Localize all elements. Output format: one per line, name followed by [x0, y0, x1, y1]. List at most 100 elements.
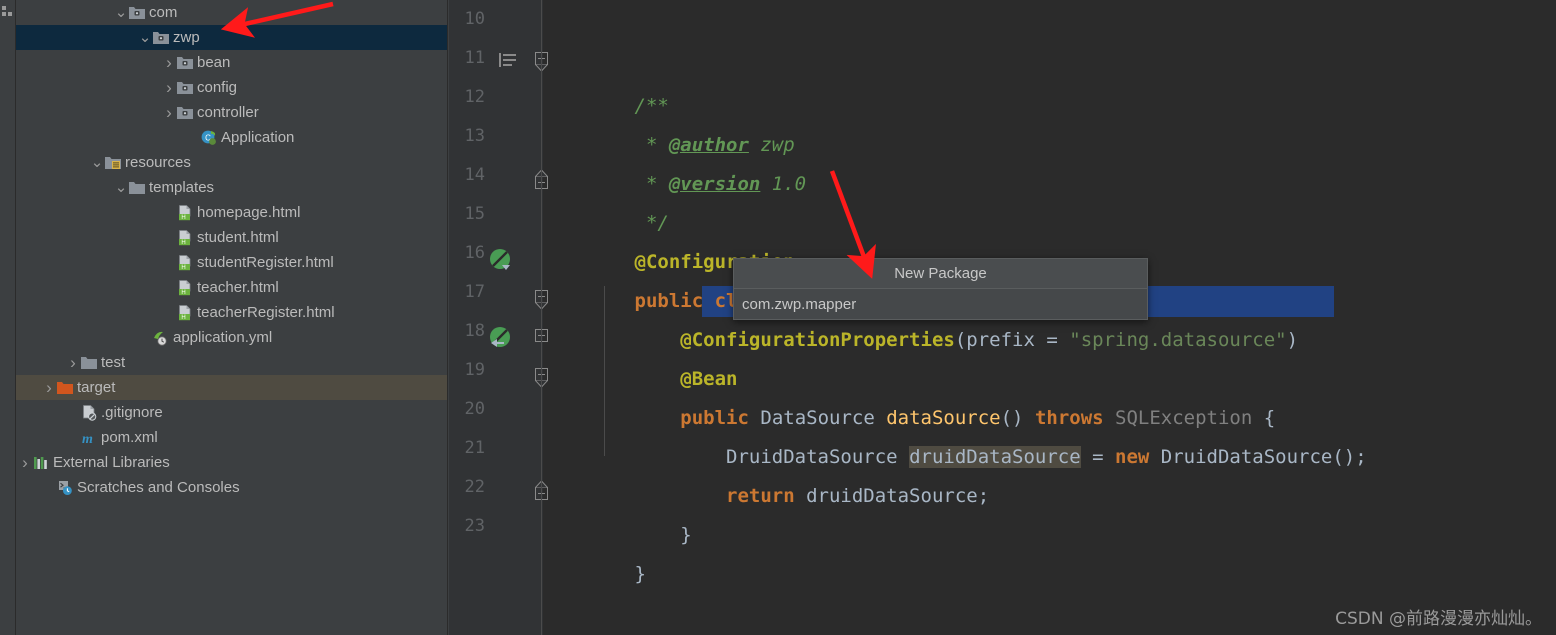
tree-row-controller[interactable]: › controller	[16, 100, 448, 125]
code-line-11[interactable]: /**	[543, 48, 669, 117]
yml-file-icon	[153, 330, 169, 346]
tree-row-application-yml[interactable]: application.yml	[16, 325, 448, 350]
tree-row-resources[interactable]: ⌄ resources	[16, 150, 448, 175]
tree-icon-wrap	[104, 150, 122, 175]
tree-icon-wrap: H	[176, 200, 194, 225]
tree-row-pom-xml[interactable]: m pom.xml	[16, 425, 448, 450]
code-line-18[interactable]: @Bean	[543, 321, 737, 390]
line22-brace: }	[680, 524, 692, 546]
line-number-22: 22	[464, 477, 485, 497]
chevron-down-icon[interactable]: ⌄	[90, 150, 104, 175]
tree-item-label: target	[77, 379, 116, 396]
tree-item-label: .gitignore	[101, 404, 163, 421]
project-tree-panel[interactable]: ⌄ com ⌄ zwp › bean › config › controller C Applicat…	[16, 0, 448, 635]
code-line-13[interactable]: * @version 1.0	[543, 126, 806, 195]
code-line-14[interactable]: */	[543, 165, 669, 234]
line21-kw-return: return	[726, 485, 795, 507]
tree-row-teacherregister-html[interactable]: HteacherRegister.html	[16, 300, 448, 325]
orange-folder-icon	[57, 381, 73, 394]
code-line-23[interactable]: }	[543, 516, 646, 585]
resources-folder-icon	[105, 156, 121, 169]
spring-bean-override-icon[interactable]	[489, 326, 513, 355]
tree-row--gitignore[interactable]: .gitignore	[16, 400, 448, 425]
chevron-right-icon[interactable]: ›	[162, 100, 176, 125]
chevron-right-icon[interactable]: ›	[42, 375, 56, 400]
spring-bean-config-icon[interactable]	[489, 248, 513, 277]
libraries-icon	[33, 456, 49, 470]
javadoc-marker-icon	[499, 53, 517, 72]
tree-row-bean[interactable]: › bean	[16, 50, 448, 75]
html-file-icon: H	[177, 229, 193, 246]
new-package-name-input[interactable]: com.zwp.mapper	[734, 288, 1147, 319]
tree-item-label: com	[149, 4, 178, 21]
folder-icon	[81, 356, 97, 369]
code-line-19[interactable]: public DataSource dataSource() throws SQ…	[543, 360, 1275, 429]
tree-row-config[interactable]: › config	[16, 75, 448, 100]
line13-version-tag: @version	[668, 173, 761, 195]
tree-item-label: pom.xml	[101, 429, 158, 446]
tree-row-zwp[interactable]: ⌄ zwp	[16, 25, 448, 50]
tree-icon-wrap	[176, 100, 194, 125]
code-line-12[interactable]: * @author zwp	[543, 87, 795, 156]
code-line-15[interactable]: @Configuration	[543, 204, 795, 273]
tree-row-teacher-html[interactable]: Hteacher.html	[16, 275, 448, 300]
csdn-watermark: CSDN @前路漫漫亦灿灿。	[1335, 609, 1542, 629]
tree-row-scratches-and-consoles[interactable]: Scratches and Consoles	[16, 475, 448, 500]
tree-icon-wrap	[128, 175, 146, 200]
tree-item-label: teacher.html	[197, 279, 279, 296]
tree-row-test[interactable]: › test	[16, 350, 448, 375]
tree-row-student-html[interactable]: Hstudent.html	[16, 225, 448, 250]
chevron-down-icon[interactable]: ⌄	[114, 0, 128, 25]
tree-icon-wrap: H	[176, 225, 194, 250]
tree-item-label: teacherRegister.html	[197, 304, 335, 321]
chevron-right-icon[interactable]: ›	[162, 50, 176, 75]
code-line-20[interactable]: DruidDataSource druidDataSource = new Dr…	[543, 399, 1367, 468]
chevron-right-icon[interactable]: ›	[18, 450, 32, 475]
package-folder-icon	[153, 31, 169, 44]
tree-row-external-libraries[interactable]: › External Libraries	[16, 450, 448, 475]
tree-row-com[interactable]: ⌄ com	[16, 0, 448, 25]
code-line-21[interactable]: return druidDataSource;	[543, 438, 989, 507]
svg-text:H: H	[181, 290, 185, 296]
line-number-18: 18	[464, 321, 485, 341]
new-package-popup-title: New Package	[734, 259, 1147, 288]
panel-divider[interactable]	[447, 0, 448, 635]
html-file-icon: H	[177, 254, 193, 271]
tree-icon-wrap: m	[80, 425, 98, 450]
new-package-popup[interactable]: New Package com.zwp.mapper	[733, 258, 1148, 320]
tree-item-label: templates	[149, 179, 215, 196]
scratches-icon	[57, 480, 73, 496]
tree-row-studentregister-html[interactable]: HstudentRegister.html	[16, 250, 448, 275]
line13-version-value: 1.0	[760, 173, 807, 195]
chevron-right-icon[interactable]: ›	[162, 75, 176, 100]
package-folder-icon	[177, 106, 193, 119]
tree-row-application[interactable]: C Application	[16, 125, 448, 150]
package-folder-icon	[177, 81, 193, 94]
maven-file-icon: m	[81, 430, 97, 446]
chevron-right-icon[interactable]: ›	[66, 350, 80, 375]
line-number-10: 10	[464, 9, 485, 29]
code-line-22[interactable]: }	[543, 477, 691, 546]
line-number-16: 16	[464, 243, 485, 263]
tree-icon-wrap: H	[176, 250, 194, 275]
package-folder-icon	[129, 6, 145, 19]
tree-item-label: External Libraries	[53, 454, 170, 471]
tree-row-templates[interactable]: ⌄ templates	[16, 175, 448, 200]
tree-icon-wrap: C	[200, 125, 218, 150]
tree-row-homepage-html[interactable]: Hhomepage.html	[16, 200, 448, 225]
tree-item-label: controller	[197, 104, 259, 121]
tree-icon-wrap	[176, 75, 194, 100]
editor-gutter[interactable]: 10 11 12 13 14 15 16 17 18 19 20 21 22 23	[449, 0, 548, 635]
package-folder-icon	[177, 56, 193, 69]
tree-row-target[interactable]: › target	[16, 375, 448, 400]
project-grid-icon[interactable]	[2, 4, 13, 16]
chevron-down-icon[interactable]: ⌄	[138, 25, 152, 50]
chevron-down-icon[interactable]: ⌄	[114, 175, 128, 200]
